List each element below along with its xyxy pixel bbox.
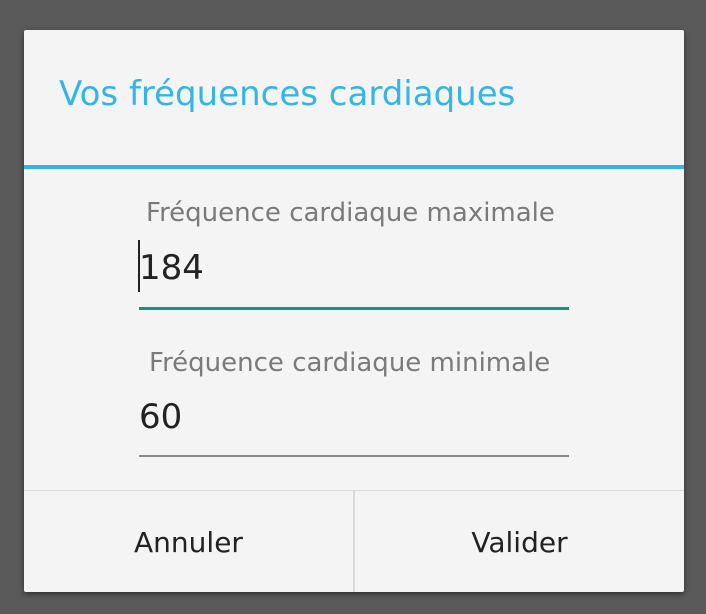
min-heart-rate-input[interactable] (139, 392, 569, 442)
confirm-button[interactable]: Valider (355, 491, 684, 592)
min-heart-rate-label: Fréquence cardiaque minimale (149, 348, 551, 378)
dialog-title: Vos fréquences cardiaques (59, 74, 516, 114)
dialog-button-bar: Annuler Valider (24, 490, 684, 592)
max-heart-rate-input[interactable] (139, 243, 569, 293)
min-heart-rate-underline (139, 455, 569, 457)
max-heart-rate-label: Fréquence cardiaque maximale (146, 198, 555, 228)
max-heart-rate-underline (139, 307, 569, 310)
cancel-button[interactable]: Annuler (24, 491, 353, 592)
text-cursor (138, 240, 140, 292)
title-divider (24, 165, 684, 169)
heart-rate-dialog: Vos fréquences cardiaques Fréquence card… (24, 30, 684, 592)
